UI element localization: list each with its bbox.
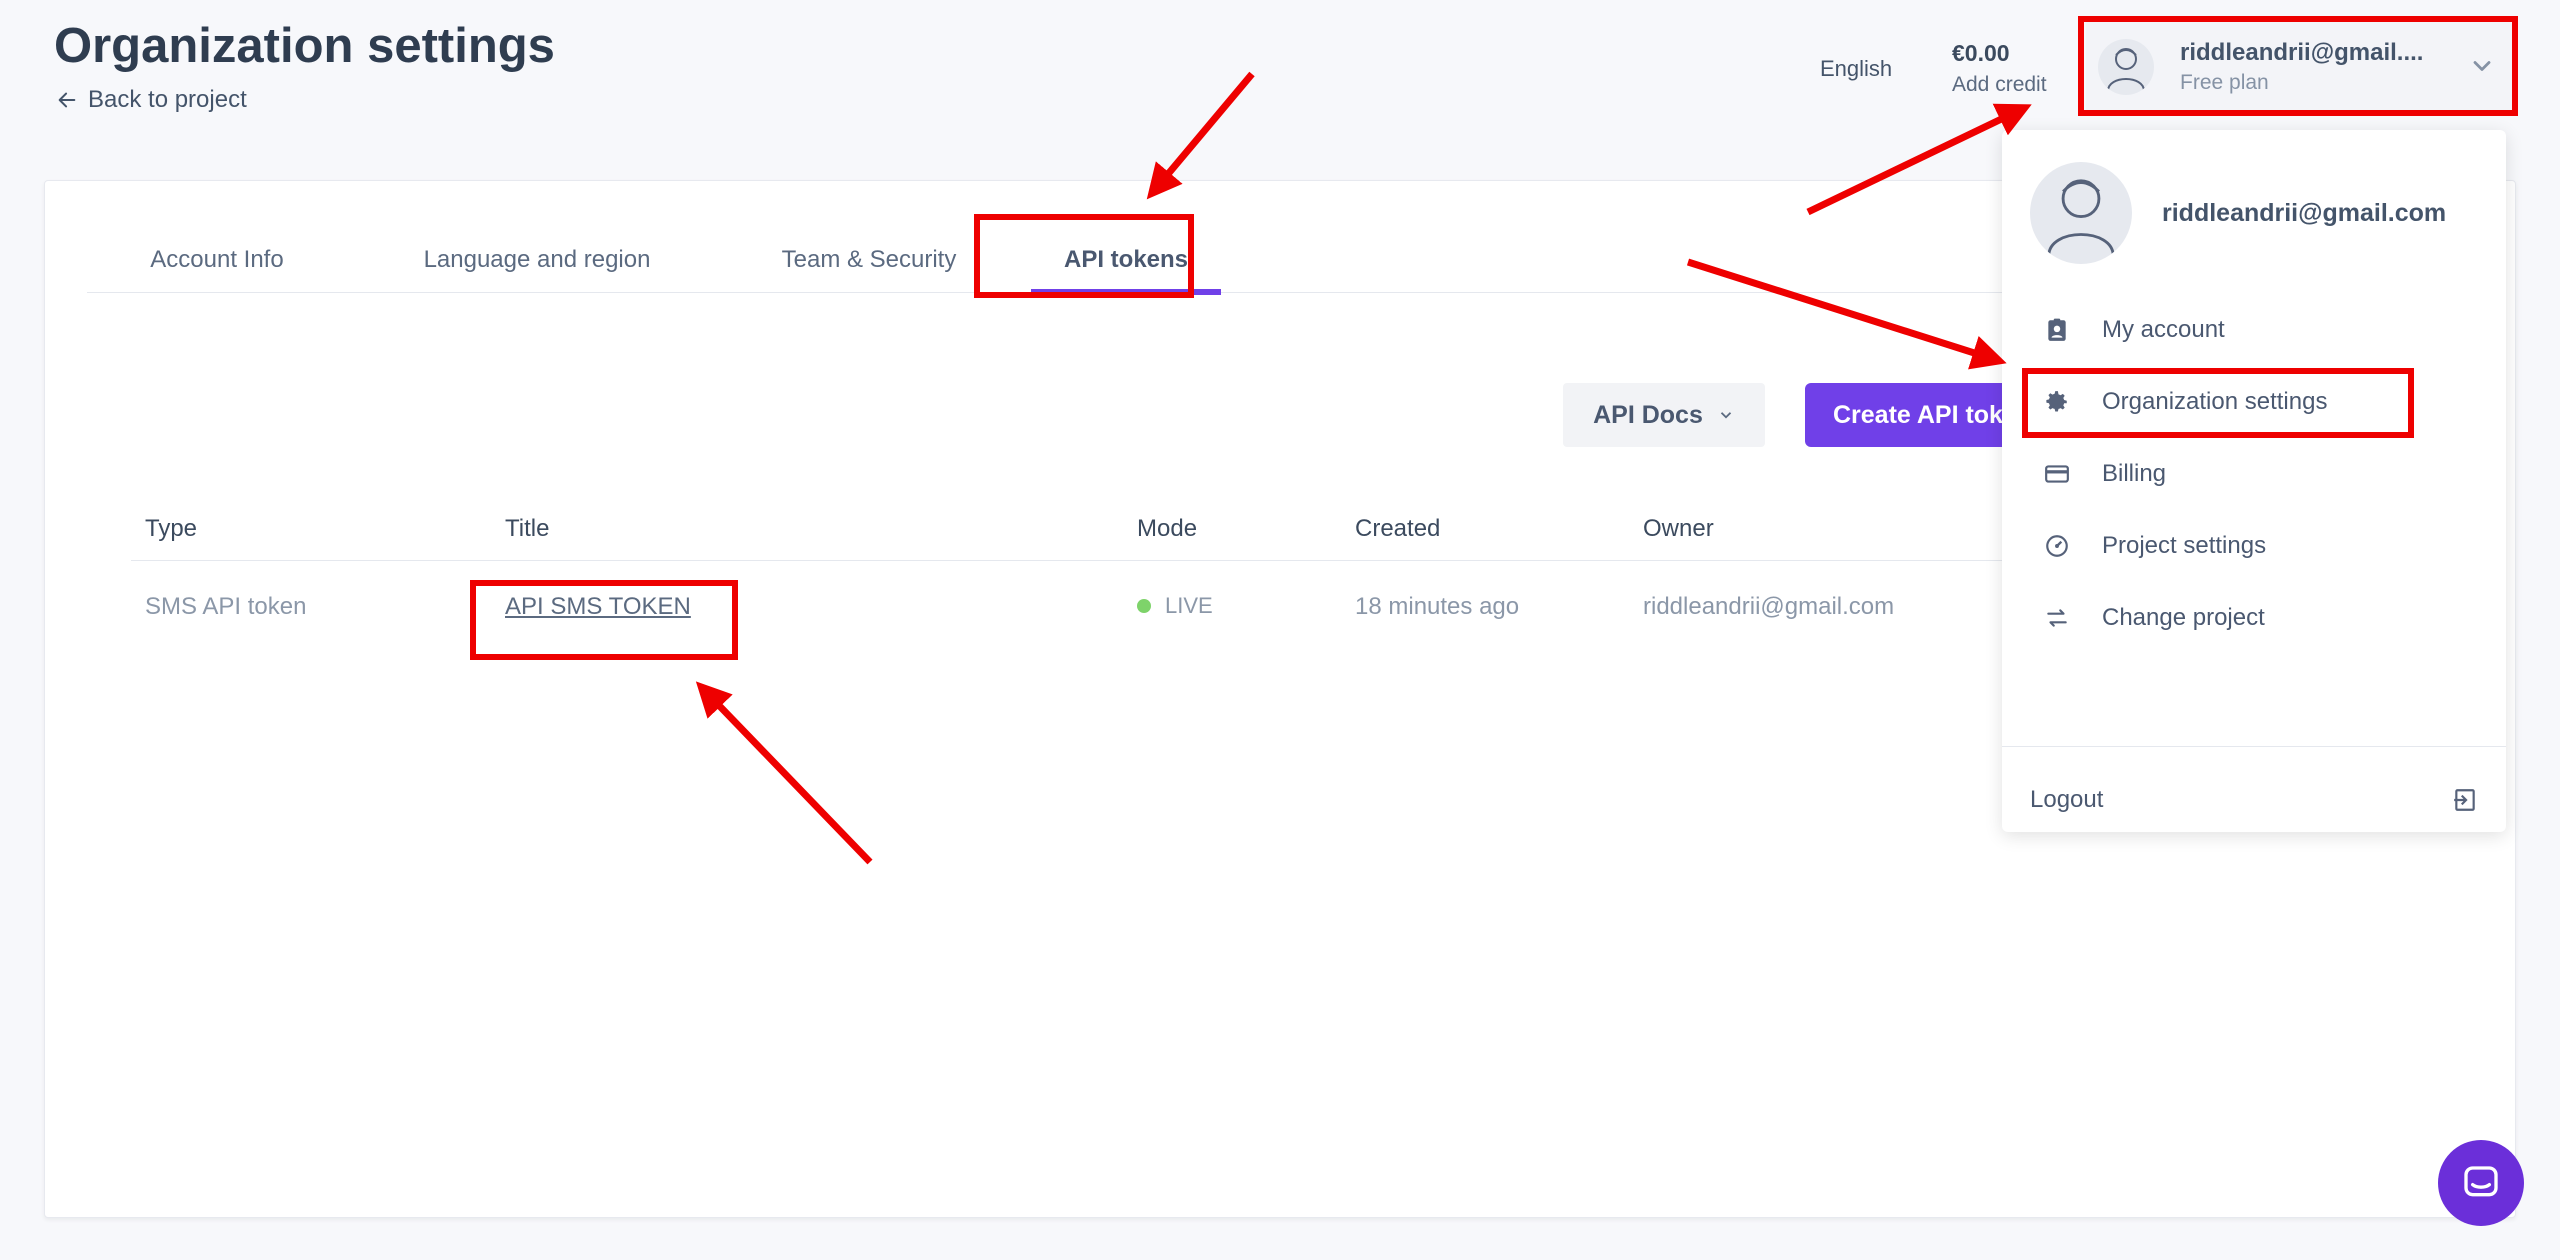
account-badge-icon bbox=[2048, 318, 2066, 341]
token-title-link[interactable]: API SMS TOKEN bbox=[505, 593, 691, 621]
user-menu-button[interactable]: riddleandrii@gmail.... Free plan bbox=[2086, 22, 2514, 112]
arrow-to-api-tokens-tab bbox=[1146, 71, 1255, 200]
user-avatar-icon bbox=[2107, 48, 2145, 91]
menu-divider bbox=[2002, 746, 2506, 747]
chevron-down-icon bbox=[2473, 61, 2491, 71]
menu-label: My account bbox=[2102, 316, 2225, 343]
back-to-project-link[interactable]: Back to project bbox=[56, 86, 247, 114]
column-created: Created bbox=[1355, 515, 1441, 542]
api-docs-label: API Docs bbox=[1593, 400, 1703, 429]
add-credit-link[interactable]: Add credit bbox=[1952, 73, 2047, 97]
menu-item-billing[interactable]: Billing bbox=[2044, 454, 2166, 494]
column-owner: Owner bbox=[1643, 515, 1714, 542]
column-title: Title bbox=[505, 515, 550, 542]
live-status-dot bbox=[1137, 599, 1151, 613]
menu-item-my-account[interactable]: My account bbox=[2044, 310, 2225, 350]
user-plan: Free plan bbox=[2180, 71, 2269, 94]
logout-label: Logout bbox=[2030, 786, 2104, 813]
tab-api-tokens[interactable]: API tokens bbox=[1031, 227, 1221, 295]
credit-box: €0.00 Add credit bbox=[1952, 40, 2047, 97]
user-avatar-icon bbox=[2047, 179, 2115, 256]
cell-mode: LIVE bbox=[1137, 593, 1213, 619]
cell-created: 18 minutes ago bbox=[1355, 593, 1520, 620]
logout-button[interactable]: Logout bbox=[2030, 778, 2478, 822]
swap-arrows-icon bbox=[2047, 609, 2067, 627]
menu-item-organization-settings[interactable]: Organization settings bbox=[2044, 382, 2327, 422]
user-email: riddleandrii@gmail.... bbox=[2180, 39, 2424, 66]
table-row[interactable]: SMS API token API SMS TOKEN LIVE 18 minu… bbox=[131, 561, 2231, 657]
language-selector[interactable]: English bbox=[1820, 56, 1892, 82]
cell-owner: riddleandrii@gmail.com bbox=[1643, 593, 1895, 620]
tab-team-security[interactable]: Team & Security bbox=[749, 227, 989, 293]
chat-launcher-button[interactable] bbox=[2438, 1140, 2524, 1226]
cell-type: SMS API token bbox=[145, 593, 307, 620]
menu-label: Organization settings bbox=[2102, 388, 2328, 415]
column-type: Type bbox=[145, 515, 198, 542]
menu-label: Change project bbox=[2102, 604, 2265, 631]
credit-card-icon bbox=[2045, 465, 2069, 483]
api-docs-dropdown[interactable]: API Docs bbox=[1563, 383, 1765, 447]
credit-amount: €0.00 bbox=[1952, 40, 2010, 66]
avatar-large bbox=[2030, 162, 2132, 264]
tab-language-region[interactable]: Language and region bbox=[397, 227, 677, 293]
tab-account-info[interactable]: Account Info bbox=[117, 227, 317, 293]
api-tokens-table: Type Title Mode Created Owner SMS API to… bbox=[131, 501, 2231, 657]
dropdown-header: riddleandrii@gmail.com bbox=[2030, 162, 2446, 264]
user-dropdown-menu: riddleandrii@gmail.com My account Organi… bbox=[2002, 130, 2506, 832]
page-title: Organization settings bbox=[54, 19, 555, 73]
back-to-project-label: Back to project bbox=[88, 86, 247, 113]
chat-icon bbox=[2464, 1166, 2498, 1197]
column-mode: Mode bbox=[1137, 515, 1198, 542]
avatar bbox=[2098, 39, 2154, 95]
menu-label: Billing bbox=[2102, 460, 2167, 487]
dropdown-email: riddleandrii@gmail.com bbox=[2162, 198, 2447, 227]
chevron-down-icon bbox=[1720, 412, 1732, 419]
menu-item-project-settings[interactable]: Project settings bbox=[2044, 526, 2266, 566]
logout-icon bbox=[2454, 789, 2475, 811]
menu-label: Project settings bbox=[2102, 532, 2267, 559]
gear-icon bbox=[2046, 391, 2067, 412]
arrow-left-icon bbox=[58, 92, 76, 108]
gauge-icon bbox=[2046, 535, 2068, 557]
table-header: Type Title Mode Created Owner bbox=[131, 501, 2231, 561]
menu-item-change-project[interactable]: Change project bbox=[2044, 598, 2265, 638]
mode-label: LIVE bbox=[1165, 593, 1213, 618]
